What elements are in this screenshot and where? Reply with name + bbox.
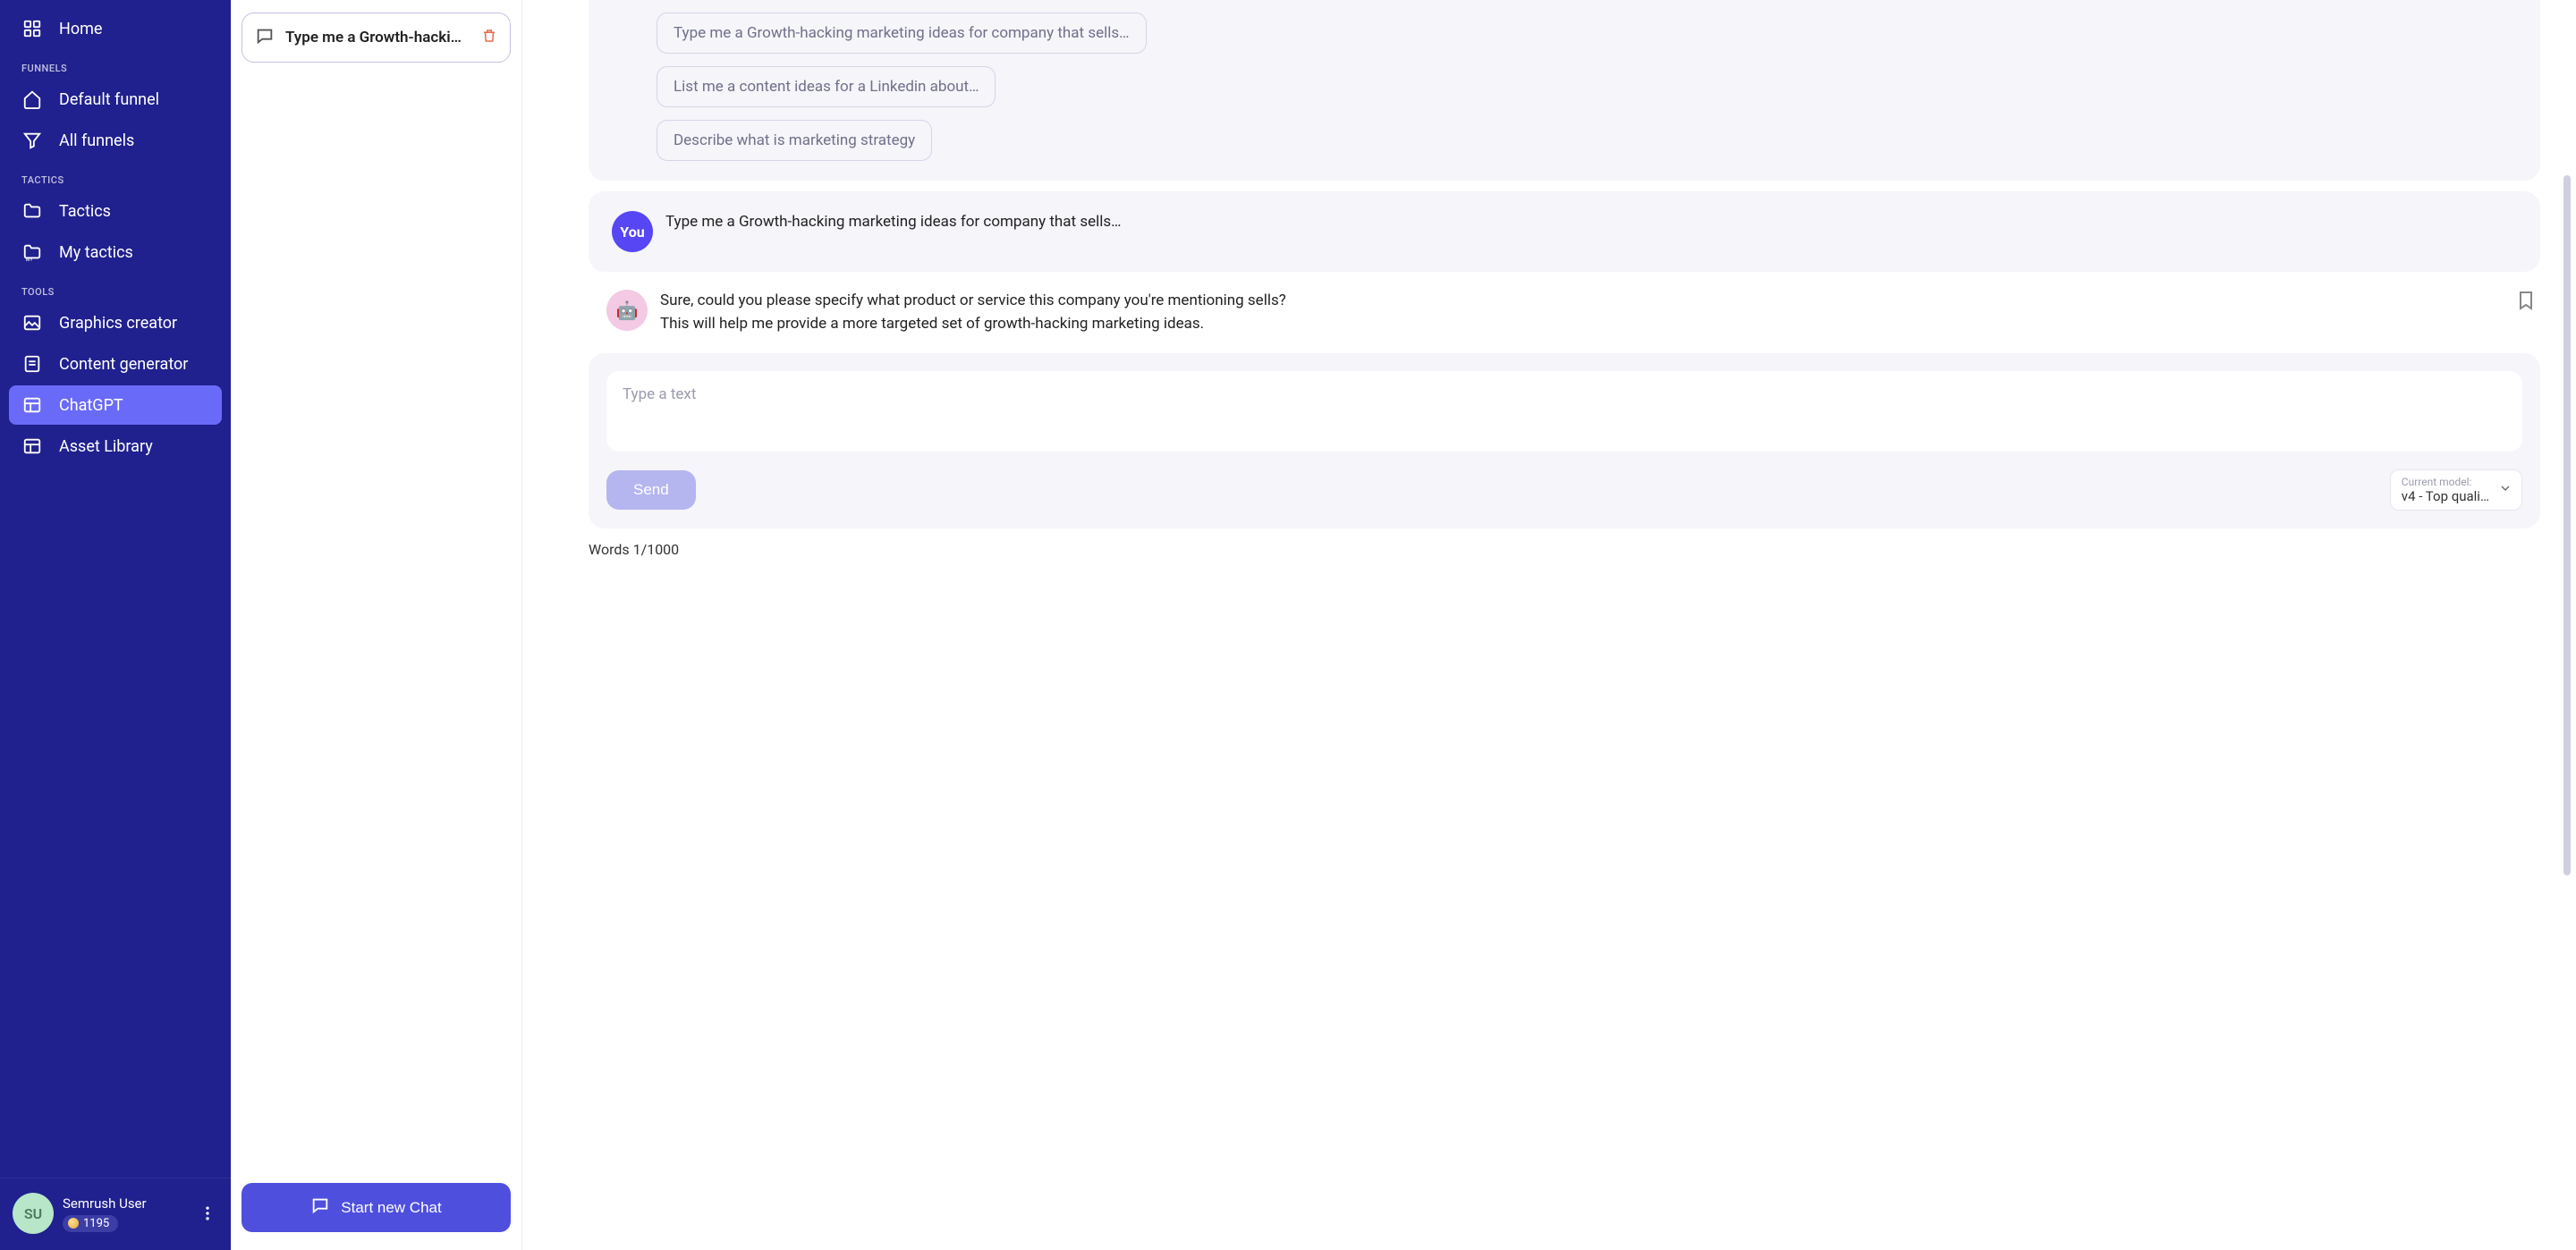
sidebar-item-label: Default funnel bbox=[59, 90, 159, 109]
layout-icon bbox=[21, 394, 43, 416]
sidebar-item-label: Home bbox=[59, 20, 102, 38]
suggestion-chip[interactable]: Type me a Growth-hacking marketing ideas… bbox=[657, 13, 1147, 54]
suggestion-chip[interactable]: Describe what is marketing strategy bbox=[657, 120, 932, 161]
scrollbar[interactable] bbox=[2563, 0, 2571, 1250]
bookmark-icon[interactable] bbox=[2515, 290, 2537, 315]
sidebar-item-chatgpt[interactable]: ChatGPT bbox=[9, 385, 222, 425]
section-label-funnels: FUNNELS bbox=[0, 50, 231, 78]
doc-icon bbox=[21, 353, 43, 375]
folder-my-icon: MY bbox=[21, 241, 43, 263]
sidebar-item-graphics-creator[interactable]: Graphics creator bbox=[9, 303, 222, 342]
start-new-chat-button[interactable]: Start new Chat bbox=[242, 1183, 511, 1232]
suggestions-card: Type me a Growth-hacking marketing ideas… bbox=[589, 0, 2540, 181]
sidebar-item-label: All funnels bbox=[59, 131, 134, 150]
sidebar-nav: Home FUNNELS Default funnel All funnels … bbox=[0, 0, 231, 1178]
suggestion-chip[interactable]: List me a content ideas for a Linkedin a… bbox=[657, 66, 996, 107]
coin-icon bbox=[68, 1218, 79, 1229]
token-count: 1195 bbox=[83, 1217, 109, 1230]
chat-area: Type me a Growth-hacking marketing ideas… bbox=[522, 0, 2576, 1250]
sidebar-item-all-funnels[interactable]: All funnels bbox=[9, 121, 222, 160]
filter-icon bbox=[21, 130, 43, 151]
sidebar-item-my-tactics[interactable]: MY My tactics bbox=[9, 232, 222, 272]
input-footer: Send Current model: v4 - Top quali… bbox=[606, 469, 2522, 511]
sidebar-item-label: Graphics creator bbox=[59, 314, 177, 333]
bot-avatar: 🤖 bbox=[606, 290, 648, 331]
user-block: Semrush User 1195 bbox=[63, 1195, 188, 1232]
sidebar-item-home[interactable]: Home bbox=[9, 9, 222, 48]
model-select[interactable]: Current model: v4 - Top quali… bbox=[2390, 469, 2522, 511]
section-label-tactics: TACTICS bbox=[0, 162, 231, 190]
sidebar-item-asset-library[interactable]: Asset Library bbox=[9, 427, 222, 466]
folder-icon bbox=[21, 200, 43, 222]
history-item-label: Type me a Growth-hacki… bbox=[285, 29, 470, 46]
send-button[interactable]: Send bbox=[606, 470, 696, 510]
history-item[interactable]: Type me a Growth-hacki… bbox=[242, 13, 511, 63]
chat-input[interactable] bbox=[606, 371, 2522, 452]
user-name: Semrush User bbox=[63, 1195, 188, 1212]
chat-bubble-icon bbox=[255, 26, 275, 49]
message-row: You Type me a Growth-hacking marketing i… bbox=[612, 211, 2517, 252]
ai-message-text: Sure, could you please specify what prod… bbox=[660, 290, 1304, 335]
chat-scroll[interactable]: Type me a Growth-hacking marketing ideas… bbox=[522, 0, 2576, 1250]
user-message-avatar: You bbox=[612, 211, 653, 252]
image-icon bbox=[21, 312, 43, 334]
sidebar-item-default-funnel[interactable]: Default funnel bbox=[9, 80, 222, 119]
section-label-tools: TOOLS bbox=[0, 274, 231, 301]
sidebar-item-label: ChatGPT bbox=[59, 396, 123, 415]
home-icon bbox=[21, 89, 43, 110]
input-card: Send Current model: v4 - Top quali… bbox=[589, 353, 2540, 528]
sidebar: Home FUNNELS Default funnel All funnels … bbox=[0, 0, 231, 1250]
user-message-text: Type me a Growth-hacking marketing ideas… bbox=[665, 211, 1122, 234]
token-chip[interactable]: 1195 bbox=[63, 1215, 118, 1232]
more-button[interactable] bbox=[197, 1203, 218, 1224]
ai-message-row: 🤖 Sure, could you please specify what pr… bbox=[589, 290, 2540, 335]
scrollbar-thumb[interactable] bbox=[2563, 175, 2571, 875]
sidebar-item-label: My tactics bbox=[59, 243, 133, 262]
button-label: Start new Chat bbox=[341, 1199, 441, 1217]
user-avatar[interactable]: SU bbox=[13, 1193, 54, 1234]
sidebar-item-label: Tactics bbox=[59, 202, 111, 221]
layout-icon bbox=[21, 435, 43, 457]
svg-text:MY: MY bbox=[26, 258, 34, 262]
word-count: Words 1/1000 bbox=[589, 541, 2540, 558]
model-select-label: Current model: bbox=[2402, 476, 2489, 488]
history-column: Type me a Growth-hacki… Start new Chat bbox=[231, 0, 522, 1250]
chevron-down-icon bbox=[2498, 481, 2512, 499]
grid-icon bbox=[21, 18, 43, 39]
sidebar-item-content-generator[interactable]: Content generator bbox=[9, 344, 222, 384]
sidebar-item-label: Asset Library bbox=[59, 437, 153, 456]
model-select-value: v4 - Top quali… bbox=[2402, 488, 2489, 504]
sidebar-item-tactics[interactable]: Tactics bbox=[9, 191, 222, 231]
chat-bubble-icon bbox=[310, 1195, 330, 1220]
sidebar-footer: SU Semrush User 1195 bbox=[0, 1178, 231, 1250]
user-message-card: You Type me a Growth-hacking marketing i… bbox=[589, 191, 2540, 272]
delete-icon[interactable] bbox=[481, 28, 497, 47]
sidebar-item-label: Content generator bbox=[59, 355, 188, 374]
